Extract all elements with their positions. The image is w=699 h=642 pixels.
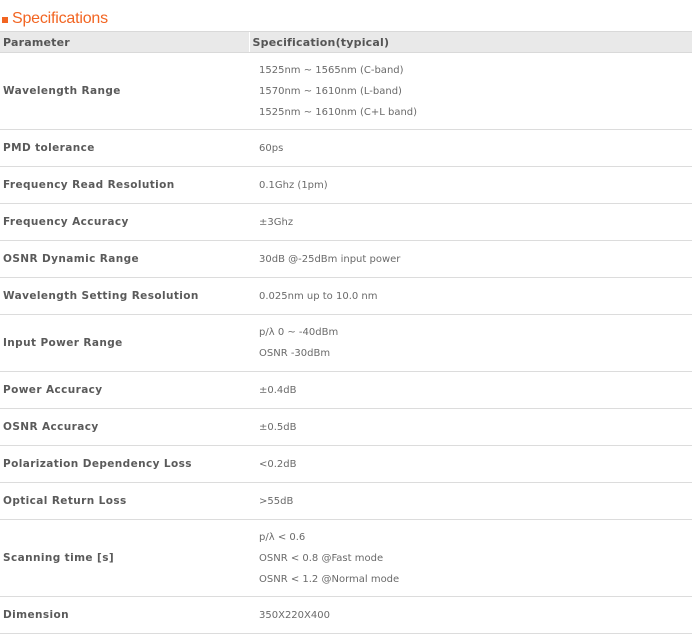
- table-row: Polarization Dependency Loss <0.2dB: [0, 445, 692, 483]
- parameter-cell: Wavelength Range: [0, 52, 249, 130]
- table-row: Power Accuracy ±0.4dB: [0, 371, 692, 409]
- parameter-cell: Power Accuracy: [0, 371, 249, 409]
- specification-cell: ±0.5dB: [249, 408, 692, 446]
- parameter-cell: Scanning time [s]: [0, 519, 249, 597]
- column-header-specification: Specification(typical): [248, 31, 692, 53]
- parameter-cell: OSNR Accuracy: [0, 408, 249, 446]
- specification-cell: p/λ < 0.6 OSNR < 0.8 @Fast mode OSNR < 1.2…: [249, 519, 692, 597]
- specification-cell: 0.025nm up to 10.0 nm: [249, 277, 692, 315]
- parameter-cell: Input Power Range: [0, 314, 249, 372]
- table-row: Input Power Range p/λ 0 ~ -40dBm OSNR -30d…: [0, 314, 692, 372]
- specification-cell: 0.1Ghz (1pm): [249, 166, 692, 204]
- column-header-parameter: Parameter: [0, 31, 249, 53]
- section-heading: Specifications: [2, 9, 108, 29]
- specification-cell: 350X220X400: [249, 596, 692, 634]
- specification-line: p/λ 0 ~ -40dBm: [259, 327, 339, 338]
- table-header-row: Parameter Specification(typical): [0, 31, 692, 53]
- specification-line: <0.2dB: [259, 458, 297, 470]
- parameter-cell: Optical Return Loss: [0, 482, 249, 520]
- parameter-cell: Polarization Dependency Loss: [0, 445, 249, 483]
- specification-line: ±3Ghz: [259, 216, 294, 228]
- parameter-cell: Wavelength Setting Resolution: [0, 277, 249, 315]
- specification-line: OSNR -30dBm: [259, 348, 331, 359]
- parameter-cell: PMD tolerance: [0, 129, 249, 167]
- specification-line: OSNR < 0.8 @Fast mode: [259, 552, 384, 564]
- table-row: Wavelength Setting Resolution 0.025nm up …: [0, 277, 692, 315]
- parameter-cell: Frequency Read Resolution: [0, 166, 249, 204]
- specification-line: 30dB @-25dBm input power: [259, 253, 401, 265]
- specification-line: 1525nm ~ 1565nm (C-band): [259, 64, 404, 76]
- table-row: Scanning time [s] p/λ < 0.6 OSNR < 0.8 @Fa…: [0, 519, 692, 597]
- table-row: OSNR Accuracy ±0.5dB: [0, 408, 692, 446]
- parameter-cell: Frequency Accuracy: [0, 203, 249, 241]
- specification-line: 60ps: [259, 142, 284, 154]
- specification-cell: 1525nm ~ 1565nm (C-band) 1570nm ~ 1610nm …: [249, 52, 692, 130]
- table-row: Wavelength Range 1525nm ~ 1565nm (C-band)…: [0, 52, 692, 130]
- specification-line: OSNR < 1.2 @Normal mode: [259, 573, 400, 585]
- section-title: Specifications: [12, 10, 108, 27]
- specification-cell: <0.2dB: [249, 445, 692, 483]
- specification-line: >55dB: [259, 495, 294, 507]
- specification-line: ±0.5dB: [259, 421, 297, 433]
- parameter-cell: Dimension: [0, 596, 249, 634]
- specification-line: 1525nm ~ 1610nm (C+L band): [259, 106, 418, 118]
- parameter-cell: OSNR Dynamic Range: [0, 240, 249, 278]
- specification-line: p/λ < 0.6: [259, 531, 306, 543]
- specification-line: 0.1Ghz (1pm): [259, 179, 328, 191]
- specification-cell: ±0.4dB: [249, 371, 692, 409]
- table-row: Frequency Accuracy ±3Ghz: [0, 203, 692, 241]
- specification-line: 350X220X400: [259, 609, 330, 621]
- table-row: Optical Return Loss >55dB: [0, 482, 692, 520]
- table-row: Dimension 350X220X400: [0, 596, 692, 634]
- specifications-table: Parameter Specification(typical) Wavelen…: [0, 31, 692, 634]
- specification-cell: 30dB @-25dBm input power: [249, 240, 692, 278]
- specification-cell: p/λ 0 ~ -40dBm OSNR -30dBm: [249, 314, 692, 372]
- specification-line: 0.025nm up to 10.0 nm: [259, 290, 378, 302]
- bullet-square-icon: [2, 16, 8, 23]
- table-row: OSNR Dynamic Range 30dB @-25dBm input pow…: [0, 240, 692, 278]
- specification-line: 1570nm ~ 1610nm (L-band): [259, 85, 402, 97]
- table-row: PMD tolerance 60ps: [0, 129, 692, 167]
- specification-cell: >55dB: [249, 482, 692, 520]
- table-row: Frequency Read Resolution 0.1Ghz (1pm): [0, 166, 692, 204]
- specification-cell: ±3Ghz: [249, 203, 692, 241]
- specification-line: ±0.4dB: [259, 384, 297, 396]
- specification-cell: 60ps: [249, 129, 692, 167]
- table-body: Wavelength Range 1525nm ~ 1565nm (C-band)…: [0, 52, 692, 634]
